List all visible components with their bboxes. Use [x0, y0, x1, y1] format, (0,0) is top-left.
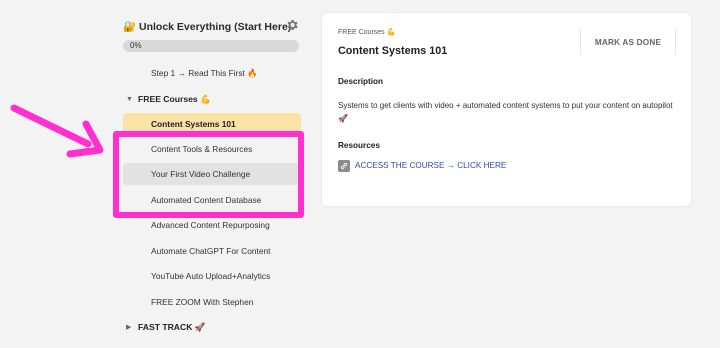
lesson-automate-chatgpt[interactable]: Automate ChatGPT For Content [123, 240, 301, 262]
arrow-annotation-icon [10, 104, 104, 158]
course-progress-bar: 0% [123, 40, 299, 52]
progress-label: 0% [130, 41, 142, 50]
description-heading: Description [338, 77, 384, 86]
section-fast-track[interactable]: ▶ FAST TRACK 🚀 [126, 318, 206, 336]
lesson-label: Step 1 → Read This First 🔥 [151, 67, 258, 78]
link-icon [338, 160, 350, 172]
section-label: FREE Courses 💪 [138, 93, 211, 104]
lesson-label: Advanced Content Repurposing [151, 220, 270, 230]
caret-down-icon: ▼ [126, 95, 133, 103]
lesson-card: FREE Courses 💪 Content Systems 101 MARK … [321, 12, 692, 207]
breadcrumb[interactable]: FREE Courses 💪 [338, 28, 395, 36]
lesson-label: Automate ChatGPT For Content [151, 246, 271, 256]
section-label: FAST TRACK 🚀 [138, 321, 206, 332]
lesson-step-1[interactable]: Step 1 → Read This First 🔥 [123, 62, 301, 84]
section-free-courses[interactable]: ▼ FREE Courses 💪 [126, 90, 211, 108]
lesson-label: Content Systems 101 [151, 119, 236, 129]
access-course-link[interactable]: ACCESS THE COURSE → CLICK HERE [355, 161, 506, 170]
description-text: Systems to get clients with video + auto… [338, 101, 673, 123]
highlight-box [113, 131, 304, 218]
page-title: Content Systems 101 [338, 45, 448, 57]
course-title: 🔐 Unlock Everything (Start Here) [123, 20, 292, 33]
course-header: 🔐 Unlock Everything (Start Here) [123, 16, 299, 36]
resources-heading: Resources [338, 141, 380, 150]
lesson-label: FREE ZOOM With Stephen [151, 297, 254, 307]
caret-right-icon: ▶ [126, 324, 132, 331]
gear-icon[interactable] [285, 18, 299, 32]
mark-as-done-label: MARK AS DONE [594, 37, 662, 47]
lesson-free-zoom[interactable]: FREE ZOOM With Stephen [123, 291, 301, 313]
lesson-youtube-auto-upload[interactable]: YouTube Auto Upload+Analytics [123, 265, 301, 287]
lesson-label: YouTube Auto Upload+Analytics [151, 271, 271, 281]
mark-as-done-button[interactable]: MARK AS DONE [580, 29, 676, 55]
